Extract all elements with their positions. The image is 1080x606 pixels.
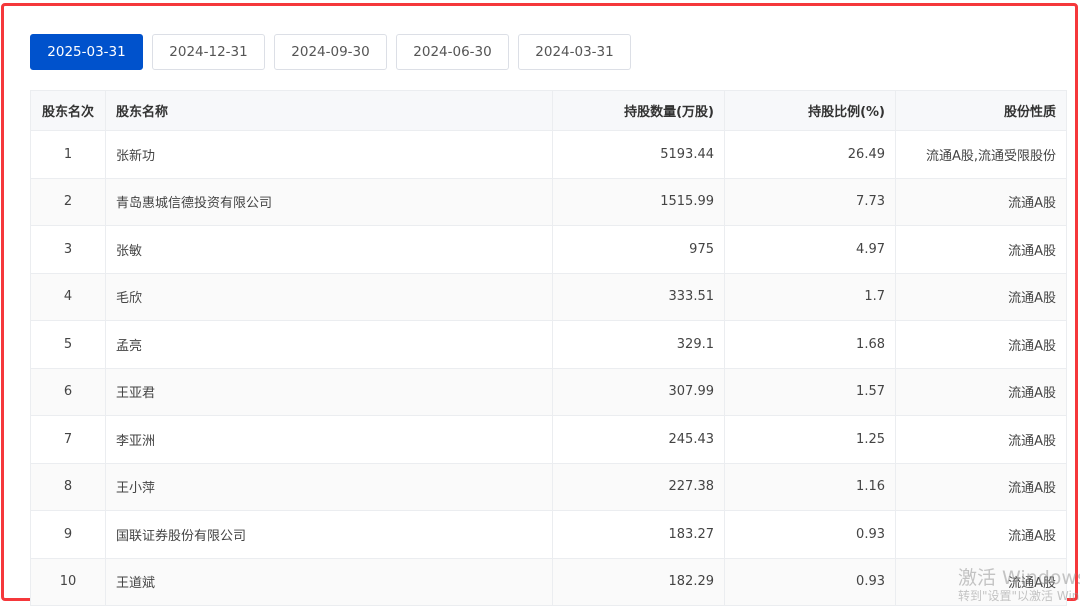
header-rank: 股东名次 — [30, 90, 106, 131]
cell-shares: 307.99 — [552, 367, 725, 416]
cell-ratio: 4.97 — [724, 225, 896, 274]
cell-rank: 7 — [30, 415, 106, 464]
cell-rank: 6 — [30, 367, 106, 416]
cell-ratio: 26.49 — [724, 130, 896, 179]
table-header-row: 股东名次 股东名称 持股数量(万股) 持股比例(%) 股份性质 — [30, 90, 1067, 131]
cell-name: 王道斌 — [105, 557, 553, 606]
table-row: 1 张新功 5193.44 26.49 流通A股,流通受限股份 — [30, 130, 1067, 179]
tab-2024-09-30[interactable]: 2024-09-30 — [274, 34, 387, 70]
table-row: 9 国联证券股份有限公司 183.27 0.93 流通A股 — [30, 510, 1067, 559]
cell-rank: 3 — [30, 225, 106, 274]
cell-shares: 227.38 — [552, 462, 725, 511]
cell-ratio: 0.93 — [724, 510, 896, 559]
cell-rank: 4 — [30, 272, 106, 321]
cell-name: 王亚君 — [105, 367, 553, 416]
cell-name: 王小萍 — [105, 462, 553, 511]
tab-2024-12-31[interactable]: 2024-12-31 — [152, 34, 265, 70]
cell-rank: 9 — [30, 510, 106, 559]
cell-name: 毛欣 — [105, 272, 553, 321]
cell-rank: 1 — [30, 130, 106, 179]
cell-type: 流通A股 — [895, 415, 1067, 464]
tab-2025-03-31[interactable]: 2025-03-31 — [30, 34, 143, 70]
cell-ratio: 1.68 — [724, 320, 896, 369]
cell-type: 流通A股 — [895, 177, 1067, 226]
cell-ratio: 0.93 — [724, 557, 896, 606]
table-row: 8 王小萍 227.38 1.16 流通A股 — [30, 462, 1067, 511]
header-ratio: 持股比例(%) — [724, 90, 896, 131]
cell-type: 流通A股 — [895, 225, 1067, 274]
table-row: 3 张敏 975 4.97 流通A股 — [30, 225, 1067, 274]
cell-rank: 2 — [30, 177, 106, 226]
cell-shares: 5193.44 — [552, 130, 725, 179]
cell-name: 张新功 — [105, 130, 553, 179]
cell-type: 流通A股 — [895, 462, 1067, 511]
cell-type: 流通A股 — [895, 510, 1067, 559]
cell-name: 国联证券股份有限公司 — [105, 510, 553, 559]
table-row: 6 王亚君 307.99 1.57 流通A股 — [30, 367, 1067, 416]
cell-type: 流通A股,流通受限股份 — [895, 130, 1067, 179]
cell-shares: 1515.99 — [552, 177, 725, 226]
cell-rank: 10 — [30, 557, 106, 606]
cell-shares: 333.51 — [552, 272, 725, 321]
cell-type: 流通A股 — [895, 557, 1067, 606]
header-shares: 持股数量(万股) — [552, 90, 725, 131]
cell-ratio: 1.7 — [724, 272, 896, 321]
cell-type: 流通A股 — [895, 367, 1067, 416]
cell-shares: 183.27 — [552, 510, 725, 559]
cell-shares: 245.43 — [552, 415, 725, 464]
header-type: 股份性质 — [895, 90, 1067, 131]
cell-shares: 975 — [552, 225, 725, 274]
cell-name: 李亚洲 — [105, 415, 553, 464]
cell-type: 流通A股 — [895, 272, 1067, 321]
tab-2024-03-31[interactable]: 2024-03-31 — [518, 34, 631, 70]
cell-name: 青岛惠城信德投资有限公司 — [105, 177, 553, 226]
cell-ratio: 1.16 — [724, 462, 896, 511]
table-row: 10 王道斌 182.29 0.93 流通A股 — [30, 557, 1067, 606]
table-row: 7 李亚洲 245.43 1.25 流通A股 — [30, 415, 1067, 464]
cell-shares: 182.29 — [552, 557, 725, 606]
tab-2024-06-30[interactable]: 2024-06-30 — [396, 34, 509, 70]
table-row: 4 毛欣 333.51 1.7 流通A股 — [30, 272, 1067, 321]
cell-rank: 5 — [30, 320, 106, 369]
cell-shares: 329.1 — [552, 320, 725, 369]
table-row: 5 孟亮 329.1 1.68 流通A股 — [30, 320, 1067, 369]
cell-name: 张敏 — [105, 225, 553, 274]
cell-ratio: 7.73 — [724, 177, 896, 226]
cell-ratio: 1.25 — [724, 415, 896, 464]
cell-type: 流通A股 — [895, 320, 1067, 369]
cell-name: 孟亮 — [105, 320, 553, 369]
table-row: 2 青岛惠城信德投资有限公司 1515.99 7.73 流通A股 — [30, 177, 1067, 226]
shareholders-table: 股东名次 股东名称 持股数量(万股) 持股比例(%) 股份性质 1 张新功 5193… — [30, 90, 1067, 606]
header-name: 股东名称 — [105, 90, 553, 131]
cell-ratio: 1.57 — [724, 367, 896, 416]
cell-rank: 8 — [30, 462, 106, 511]
date-tabs: 2025-03-31 2024-12-31 2024-09-30 2024-06-30… — [30, 34, 631, 70]
